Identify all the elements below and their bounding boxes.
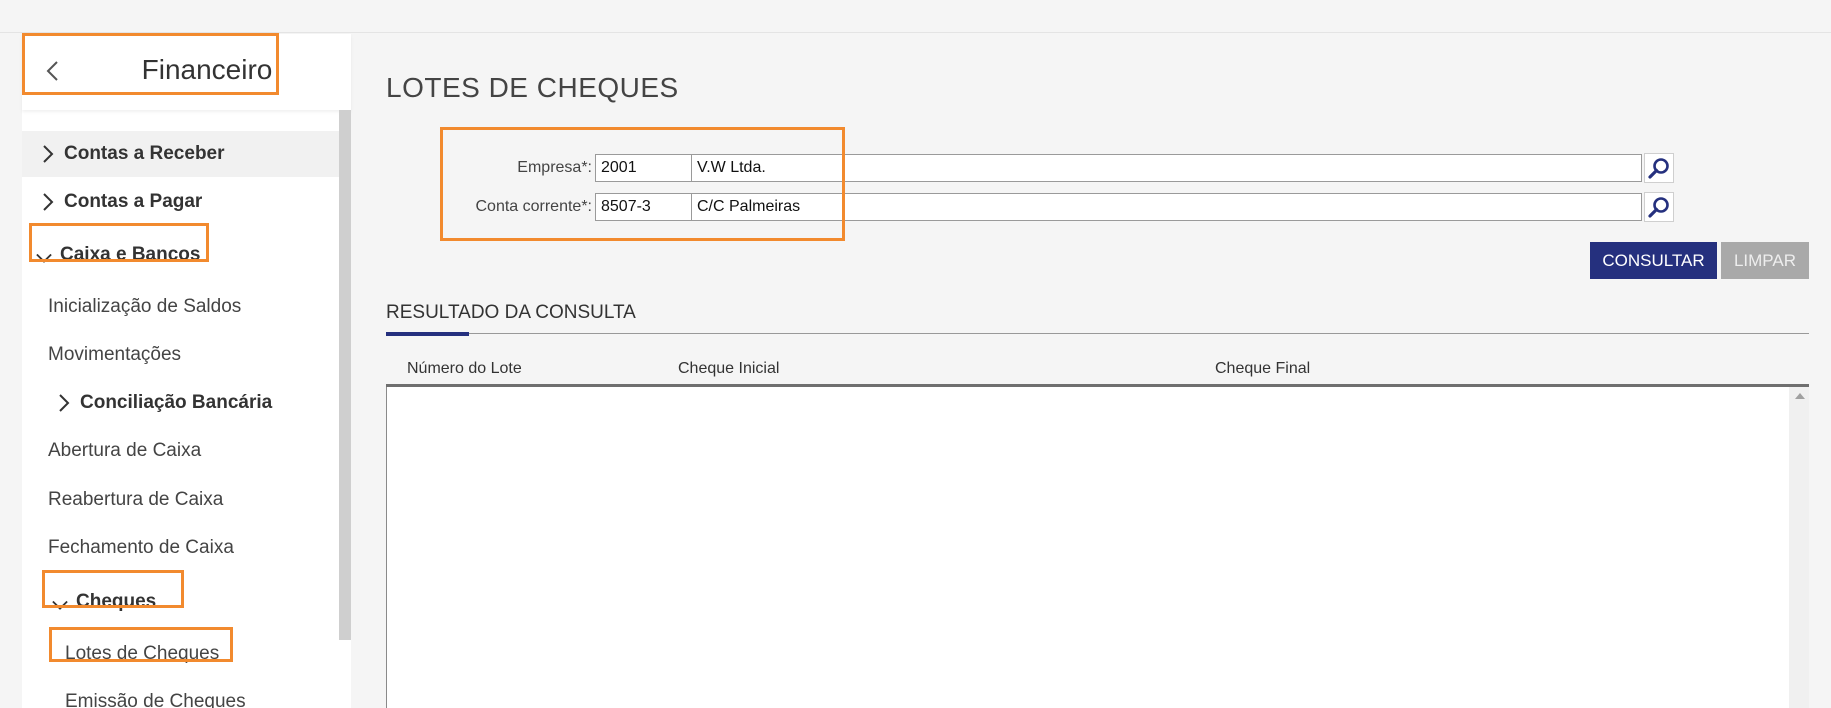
limpar-button[interactable]: LIMPAR [1721, 242, 1809, 279]
column-header-cheque-inicial[interactable]: Cheque Inicial [678, 360, 779, 378]
sidebar-item-label: Inicialização de Saldos [48, 296, 242, 317]
column-header-cheque-final[interactable]: Cheque Final [1215, 360, 1310, 378]
highlight-box [22, 33, 279, 95]
sidebar-item-label: Conciliação Bancária [80, 392, 273, 413]
table-scrollbar[interactable] [1789, 387, 1809, 708]
sidebar-item-inicializacao-saldos[interactable]: Inicialização de Saldos [22, 284, 339, 330]
sidebar-item-movimentacoes[interactable]: Movimentações [22, 332, 339, 378]
sidebar-item-label: Contas a Receber [64, 143, 225, 164]
section-accent-bar [386, 332, 469, 336]
chevron-right-icon [40, 145, 56, 163]
sidebar-scrollbar[interactable] [339, 110, 351, 640]
chevron-right-icon [40, 193, 56, 211]
results-table-body [386, 387, 1809, 708]
magnifier-icon [1648, 197, 1669, 218]
highlight-box [440, 127, 845, 241]
sidebar-item-contas-receber[interactable]: Contas a Receber [22, 131, 339, 177]
top-bar [0, 0, 1831, 33]
conta-search-button[interactable] [1644, 192, 1674, 222]
sidebar-item-label: Contas a Pagar [64, 191, 203, 212]
sidebar-item-abertura-caixa[interactable]: Abertura de Caixa [22, 428, 339, 474]
sidebar-item-label: Abertura de Caixa [48, 440, 202, 461]
page-title: LOTES DE CHEQUES [386, 72, 679, 103]
sidebar-item-conciliacao-bancaria[interactable]: Conciliação Bancária [22, 380, 339, 426]
results-section-title: RESULTADO DA CONSULTA [386, 302, 636, 323]
section-divider [386, 333, 1809, 334]
sidebar-item-contas-pagar[interactable]: Contas a Pagar [22, 179, 339, 225]
chevron-right-icon [56, 394, 72, 412]
sidebar-item-label: Emissão de Cheques [65, 691, 246, 708]
sidebar-item-fechamento-caixa[interactable]: Fechamento de Caixa [22, 525, 339, 571]
highlight-box [49, 627, 233, 662]
sidebar-item-label: Movimentações [48, 344, 182, 365]
sidebar-item-label: Fechamento de Caixa [48, 537, 234, 558]
sidebar-item-emissao-cheques[interactable]: Emissão de Cheques [22, 679, 339, 708]
empresa-search-button[interactable] [1644, 153, 1674, 183]
sidebar-item-reabertura-caixa[interactable]: Reabertura de Caixa [22, 477, 339, 523]
column-header-numero-lote[interactable]: Número do Lote [407, 360, 522, 378]
magnifier-icon [1648, 158, 1669, 179]
consultar-button[interactable]: CONSULTAR [1590, 242, 1717, 279]
scroll-up-icon[interactable] [1795, 393, 1805, 399]
sidebar-item-label: Reabertura de Caixa [48, 489, 224, 510]
sidebar: Financeiro Contas a Receber Contas a Pag… [22, 34, 351, 708]
highlight-box [29, 223, 209, 262]
highlight-box [42, 570, 184, 608]
